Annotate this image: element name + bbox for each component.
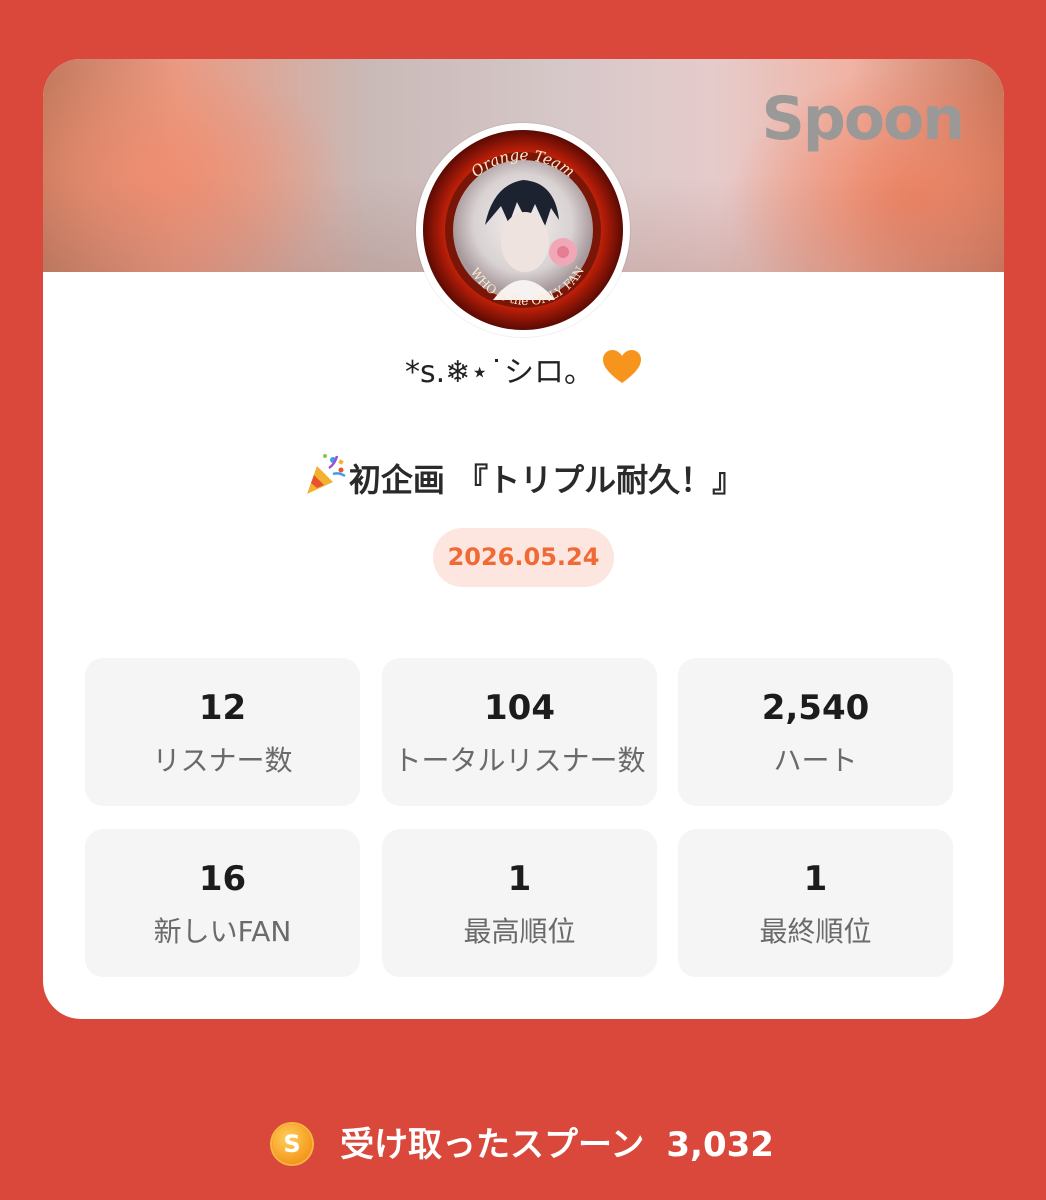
stat-listeners: 12 リスナー数 xyxy=(85,658,360,806)
avatar-image: Orange Team WHO is the ONLY FAN xyxy=(423,130,623,330)
stat-label: ハート xyxy=(773,744,858,777)
stat-value: 16 xyxy=(198,859,247,899)
stat-label: 最高順位 xyxy=(463,915,576,948)
event-title: 初企画 『トリプル耐久！』 xyxy=(348,461,745,499)
stat-value: 2,540 xyxy=(761,688,870,728)
stat-value: 1 xyxy=(803,859,828,899)
stat-value: 1 xyxy=(507,859,532,899)
received-spoons-row: S 受け取ったスプーン 3,032 xyxy=(0,1118,1046,1172)
avatar[interactable]: Orange Team WHO is the ONLY FAN xyxy=(416,123,630,337)
username: *s.❄⋆˙シロ。 xyxy=(404,355,595,390)
event-date-badge: 2026.05.24 xyxy=(433,528,614,587)
stat-value: 12 xyxy=(198,688,247,728)
stat-highest-rank: 1 最高順位 xyxy=(382,829,657,977)
stat-value: 104 xyxy=(484,688,555,728)
stat-new-fans: 16 新しいFAN xyxy=(85,829,360,977)
page: { "brand": "Spoon", "avatar": { "ring_te… xyxy=(0,0,1046,1200)
event-title-row: 初企画 『トリプル耐久！』 xyxy=(43,452,1004,504)
party-popper-icon xyxy=(303,452,347,504)
orange-heart-icon xyxy=(602,349,642,393)
stat-label: 最終順位 xyxy=(759,915,872,948)
live-report-card: Spoon Orange Team WHO is the ONLY FAN *s… xyxy=(43,59,1004,1019)
received-spoons-label: 受け取ったスプーン xyxy=(340,1125,645,1165)
stat-label: 新しいFAN xyxy=(153,915,292,948)
stat-total-listeners: 104 トータルリスナー数 xyxy=(382,658,657,806)
stat-hearts: 2,540 ハート xyxy=(678,658,953,806)
stat-label: トータルリスナー数 xyxy=(393,744,646,777)
username-row: *s.❄⋆˙シロ。 xyxy=(43,347,1004,393)
spoon-coin-icon: S xyxy=(272,1123,313,1164)
stat-label: リスナー数 xyxy=(152,744,293,777)
stat-final-rank: 1 最終順位 xyxy=(678,829,953,977)
received-spoons-amount: 3,032 xyxy=(666,1125,774,1165)
spoon-logo: Spoon xyxy=(761,84,965,154)
